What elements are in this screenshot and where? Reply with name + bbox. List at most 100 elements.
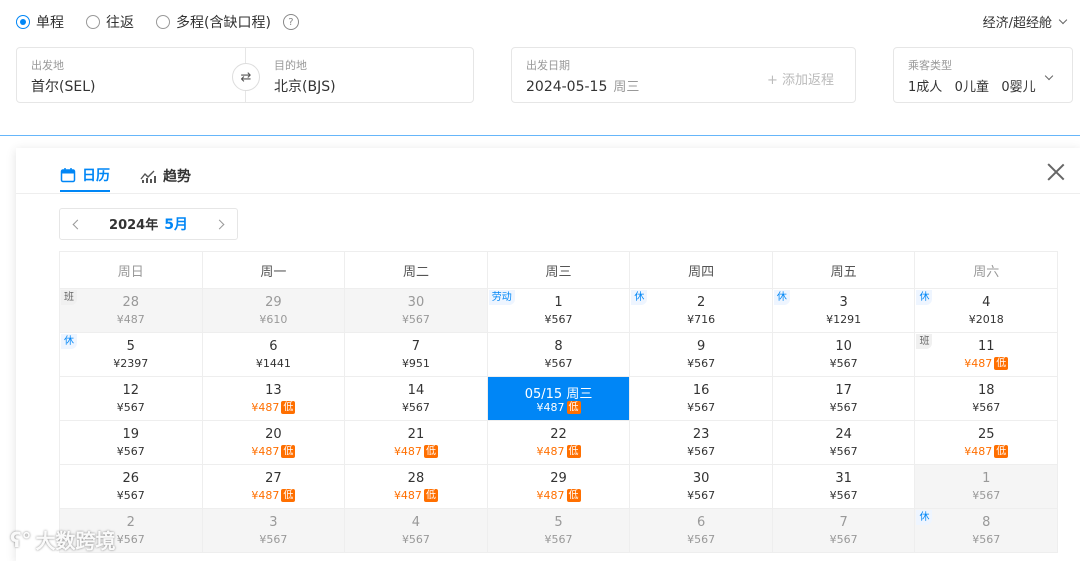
calendar-day[interactable]: 休 5 ¥2397	[60, 333, 203, 377]
close-icon[interactable]	[1046, 162, 1066, 182]
date-value: 2024-05-15	[526, 79, 608, 95]
add-return-button[interactable]: + 添加返程	[767, 69, 834, 88]
calendar-day[interactable]: 19 ¥567	[60, 421, 203, 465]
date-box[interactable]: 出发日期 2024-05-15 周三 + 添加返程	[511, 47, 856, 103]
day-price-wrap: ¥487 低	[488, 445, 630, 458]
calendar-day[interactable]: 14 ¥567	[345, 377, 488, 421]
calendar-day[interactable]: 20 ¥487 低	[202, 421, 346, 465]
calendar-day[interactable]: 休 3 ¥1291	[772, 289, 916, 333]
calendar-day[interactable]: 30 ¥567	[630, 465, 773, 509]
prev-month-icon[interactable]	[72, 219, 83, 229]
calendar-day[interactable]: 30 ¥567	[345, 289, 488, 333]
calendar-day[interactable]: 21 ¥487 低	[345, 421, 488, 465]
day-number: 20	[265, 427, 282, 442]
day-price-wrap: ¥567	[630, 401, 772, 414]
calendar-day[interactable]: 25 ¥487 低	[915, 421, 1059, 465]
low-price-badge: 低	[281, 445, 296, 458]
calendar-day[interactable]: 6 ¥567	[630, 509, 773, 553]
day-price: ¥487	[251, 489, 280, 502]
day-price-wrap: ¥567	[345, 533, 487, 546]
day-price-wrap: ¥487	[60, 313, 202, 326]
day-number: 18	[977, 383, 995, 398]
trip-type-label: 单程	[36, 15, 64, 31]
calendar-day[interactable]: 29 ¥487 低	[487, 465, 631, 509]
cabin-select[interactable]: 经济/超经舱	[982, 12, 1068, 31]
month-label: 5月	[164, 217, 188, 233]
day-number: 29	[550, 471, 567, 486]
day-price-wrap: ¥487 低	[915, 445, 1057, 458]
day-price-wrap: ¥567	[488, 357, 630, 370]
day-number: 8	[982, 515, 991, 530]
calendar-day-selected[interactable]: 05/15 周三 ¥487 低	[487, 377, 631, 421]
cabin-value: 经济/超经舱	[982, 16, 1052, 31]
day-price-wrap: ¥567	[773, 401, 915, 414]
calendar-day[interactable]: 5 ¥567	[487, 509, 631, 553]
calendar-day[interactable]: 31 ¥567	[772, 465, 916, 509]
calendar-day[interactable]: 28 ¥487 低	[345, 465, 488, 509]
day-price: ¥487	[964, 445, 993, 458]
tab-calendar[interactable]: 日历	[60, 160, 110, 192]
calendar-day[interactable]: 4 ¥567	[345, 509, 488, 553]
calendar-day[interactable]: 10 ¥567	[772, 333, 916, 377]
calendar-day[interactable]: 7 ¥567	[772, 509, 916, 553]
calendar-day[interactable]: 1 ¥567	[915, 465, 1059, 509]
day-price-wrap: ¥567	[60, 401, 202, 414]
calendar-day[interactable]: 8 ¥567	[487, 333, 631, 377]
day-number: 7	[839, 515, 848, 530]
day-price-wrap: ¥487 低	[203, 445, 345, 458]
tab-trend[interactable]: 趋势	[140, 160, 191, 192]
day-price-wrap: ¥567	[630, 445, 772, 458]
to-label: 目的地	[274, 59, 307, 72]
calendar-day[interactable]: 休 4 ¥2018	[915, 289, 1059, 333]
day-number: 3	[839, 295, 848, 310]
day-price-wrap: ¥567	[773, 357, 915, 370]
calendar-day[interactable]: 27 ¥487 低	[202, 465, 346, 509]
day-number: 13	[265, 383, 282, 398]
calendar-day[interactable]: 29 ¥610	[202, 289, 346, 333]
next-month-icon[interactable]	[214, 219, 225, 229]
calendar-day[interactable]: 22 ¥487 低	[487, 421, 631, 465]
calendar-day[interactable]: 26 ¥567	[60, 465, 203, 509]
calendar-day[interactable]: 劳动 1 ¥567	[487, 289, 631, 333]
day-number: 27	[265, 471, 282, 486]
trip-type-multicity[interactable]: 多程(含缺口程)	[156, 12, 271, 32]
help-icon[interactable]: ?	[282, 14, 299, 30]
day-price-wrap: ¥567	[773, 445, 915, 458]
day-price: ¥567	[829, 489, 858, 502]
calendar-day[interactable]: 班 11 ¥487 低	[915, 333, 1059, 377]
day-price: ¥951	[401, 357, 430, 370]
to-field[interactable]: 目的地 北京(BJS)	[246, 48, 474, 102]
calendar-day[interactable]: 3 ¥567	[202, 509, 346, 553]
day-price: ¥567	[401, 533, 430, 546]
calendar-day[interactable]: 7 ¥951	[345, 333, 488, 377]
from-field[interactable]: 出发地 首尔(SEL)	[17, 48, 245, 102]
day-number: 12	[122, 383, 140, 398]
day-price: ¥2018	[968, 313, 1004, 326]
calendar-day[interactable]: 24 ¥567	[772, 421, 916, 465]
trip-type-oneway[interactable]: 单程	[16, 12, 64, 32]
day-price: ¥487	[116, 313, 145, 326]
date-label: 出发日期	[526, 59, 570, 72]
day-number: 1	[554, 295, 563, 310]
day-price: ¥567	[687, 445, 716, 458]
calendar-day[interactable]: 休 2 ¥716	[630, 289, 773, 333]
calendar-day[interactable]: 16 ¥567	[630, 377, 773, 421]
passenger-box[interactable]: 乘客类型 1成人 0儿童 0婴儿	[893, 47, 1073, 103]
trip-type-roundtrip[interactable]: 往返	[86, 12, 134, 32]
day-number: 23	[692, 427, 710, 442]
day-price: ¥487	[251, 401, 280, 414]
calendar-day[interactable]: 6 ¥1441	[202, 333, 346, 377]
panel-tabs: 日历 趋势	[60, 160, 191, 194]
calendar-day[interactable]: 班 28 ¥487	[60, 289, 203, 333]
calendar-day[interactable]: 9 ¥567	[630, 333, 773, 377]
day-price-wrap: ¥487 低	[488, 489, 630, 502]
calendar-day[interactable]: 12 ¥567	[60, 377, 203, 421]
day-number: 30	[692, 471, 710, 486]
calendar-day[interactable]: 13 ¥487 低	[202, 377, 346, 421]
calendar-day[interactable]: 休 8 ¥567	[915, 509, 1059, 553]
calendar-day[interactable]: 23 ¥567	[630, 421, 773, 465]
day-price-wrap: ¥567	[915, 533, 1057, 546]
day-price: ¥716	[687, 313, 716, 326]
calendar-day[interactable]: 17 ¥567	[772, 377, 916, 421]
calendar-day[interactable]: 18 ¥567	[915, 377, 1059, 421]
